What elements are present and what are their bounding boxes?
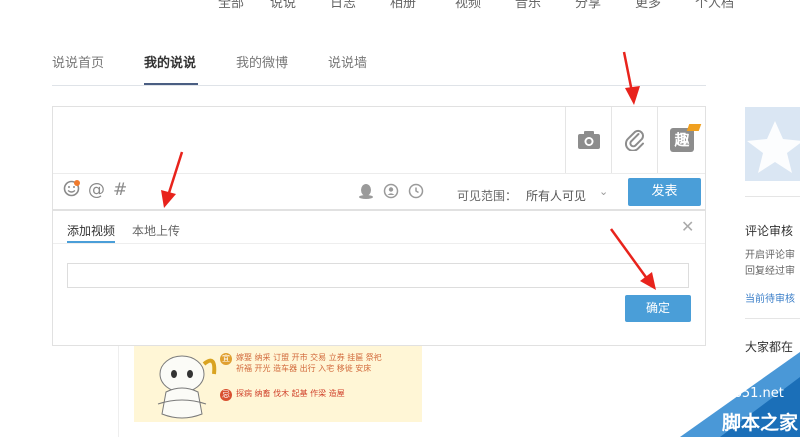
topic-hash-icon[interactable]: # xyxy=(113,180,127,200)
sidebar-divider xyxy=(745,318,800,319)
mention-icon[interactable]: @ xyxy=(88,180,105,200)
almanac-good-text-2: 祈福 开光 造车器 出行 入宅 移徙 安床 xyxy=(236,364,372,373)
camera-icon xyxy=(578,131,600,149)
almanac-good-text: 嫁娶 纳采 订盟 开市 交易 立券 挂匾 祭祀 xyxy=(236,353,382,362)
tab-home[interactable]: 说说首页 xyxy=(52,52,104,71)
bad-badge: 忌 xyxy=(220,389,232,401)
top-nav-item[interactable]: 个人档 xyxy=(695,0,734,10)
watermark-site-text: jb51.net xyxy=(730,386,784,401)
location-person-icon[interactable] xyxy=(383,183,399,204)
good-badge: 宜 xyxy=(220,353,232,365)
feed-left-border xyxy=(118,346,119,437)
post-textarea[interactable] xyxy=(53,107,565,173)
pending-review-link[interactable]: 当前待审核 xyxy=(745,290,795,305)
visibility-label: 可见范围： xyxy=(457,189,518,203)
add-attachment-button[interactable] xyxy=(611,107,658,173)
top-nav-strip: 全部 说说 日志 相册 视频 音乐 分享 更多 个人档 xyxy=(0,0,800,10)
tab-my-weibo[interactable]: 我的微博 xyxy=(236,52,288,71)
tab-post-wall[interactable]: 说说墙 xyxy=(328,52,367,71)
avatar xyxy=(745,107,800,181)
schedule-clock-icon[interactable] xyxy=(408,183,424,204)
sidebar-text-line: 开启评论审 xyxy=(745,250,795,261)
close-icon[interactable]: ✕ xyxy=(681,217,694,236)
top-nav-item[interactable]: 说说 xyxy=(270,0,296,10)
sidebar-section-title: 评论审核 xyxy=(745,224,794,238)
fun-icon: 趣 xyxy=(670,124,702,152)
top-nav-item[interactable]: 视频 xyxy=(455,0,481,10)
confirm-button[interactable]: 确定 xyxy=(625,295,691,322)
sidebar-divider xyxy=(745,196,800,197)
watermark-brand-text: 脚本之家 xyxy=(722,412,799,434)
chevron-down-icon[interactable]: ⌄ xyxy=(599,185,608,198)
top-nav-item[interactable]: 音乐 xyxy=(515,0,541,10)
annotation-arrow-attachment xyxy=(622,51,640,105)
fun-button[interactable]: 趣 xyxy=(657,107,706,173)
video-url-input[interactable] xyxy=(67,263,689,288)
attachment-icon xyxy=(625,129,644,151)
fun-badge xyxy=(686,124,702,131)
publish-button[interactable]: 发表 xyxy=(628,178,701,206)
tab-add-video[interactable]: 添加视频 xyxy=(67,222,115,239)
almanac-bad-row: 忌 探病 纳畜 伐木 起基 作梁 造屋 xyxy=(220,388,345,401)
site-watermark: jb51.net 脚本之家 xyxy=(680,352,800,437)
top-nav-item[interactable]: 更多 xyxy=(635,0,661,10)
panel-divider xyxy=(53,243,705,244)
qq-friend-icon[interactable] xyxy=(358,183,374,204)
top-nav-item[interactable]: 日志 xyxy=(330,0,356,10)
almanac-card: 宜 嫁娶 纳采 订盟 开市 交易 立券 挂匾 祭祀 祈福 开光 造车器 出行 入… xyxy=(134,346,422,422)
tab-my-posts[interactable]: 我的说说 xyxy=(144,52,196,71)
mascot-image xyxy=(157,355,217,419)
almanac-bad-text: 探病 纳畜 伐木 起基 作梁 造屋 xyxy=(236,389,345,398)
add-video-panel: 添加视频 本地上传 ✕ 确定 xyxy=(52,210,706,346)
top-nav-item[interactable]: 分享 xyxy=(575,0,601,10)
emoji-icon[interactable] xyxy=(63,180,80,202)
top-nav-item[interactable]: 相册 xyxy=(390,0,416,10)
post-composer: 趣 @ # 可见范围： 所有人可见 ⌄ 发表 xyxy=(52,106,706,210)
top-nav-item[interactable]: 全部 xyxy=(218,0,244,10)
add-photo-button[interactable] xyxy=(565,107,612,173)
visibility-select[interactable]: 所有人可见 xyxy=(526,187,586,204)
sidebar-text-line: 回复经过审 xyxy=(745,266,795,277)
tabs-divider xyxy=(52,85,706,86)
tab-local-upload[interactable]: 本地上传 xyxy=(132,222,180,239)
almanac-good-row: 宜 嫁娶 纳采 订盟 开市 交易 立券 挂匾 祭祀 祈福 开光 造车器 出行 入… xyxy=(220,352,382,374)
composer-divider xyxy=(53,173,705,174)
